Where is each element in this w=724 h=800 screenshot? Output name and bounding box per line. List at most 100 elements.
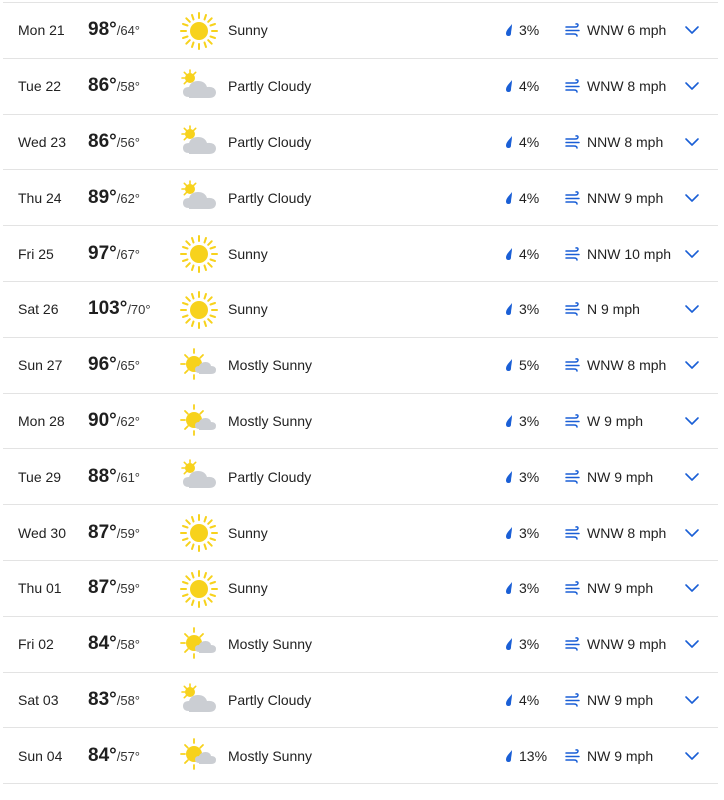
precipitation: 4%: [503, 246, 539, 262]
precip-value: 3%: [519, 580, 540, 597]
chevron-down-icon[interactable]: [683, 635, 701, 653]
wind-value: NNW 9 mph: [587, 189, 664, 206]
wind-value: WNW 9 mph: [587, 636, 667, 653]
low-temp: /56°: [116, 134, 141, 150]
wind-value: WNW 8 mph: [587, 357, 667, 374]
precipitation: 3%: [503, 580, 539, 596]
forecast-row[interactable]: Fri 25 97° /67° Sunny 4% NNW 10 mph: [3, 226, 718, 282]
chevron-down-icon[interactable]: [683, 189, 701, 207]
high-temp: 90°: [88, 409, 117, 431]
wind: N 9 mph: [565, 301, 640, 317]
wind-value: NW 9 mph: [587, 747, 654, 764]
high-temp: 84°: [88, 744, 117, 766]
temperature: 86° /58°: [88, 75, 140, 97]
wind: WNW 8 mph: [565, 357, 666, 373]
precip-value: 3%: [519, 301, 540, 318]
low-temp: /65°: [116, 358, 141, 374]
wind: WNW 9 mph: [565, 636, 666, 652]
forecast-row[interactable]: Tue 29 88° /61° Partly Cloudy 3% NW 9 mp…: [3, 449, 718, 506]
high-temp: 98°: [88, 19, 117, 41]
precipitation: 4%: [503, 692, 539, 708]
low-temp: /61°: [116, 469, 141, 485]
precipitation: 3%: [503, 469, 539, 485]
precipitation: 4%: [503, 78, 539, 94]
precipitation: 5%: [503, 357, 539, 373]
partly-cloudy-icon: [179, 67, 219, 107]
raindrop-icon: [503, 358, 515, 372]
forecast-row[interactable]: Wed 23 86° /56° Partly Cloudy 4% NNW 8 m…: [3, 115, 718, 171]
chevron-down-icon[interactable]: [683, 468, 701, 486]
chevron-down-icon[interactable]: [683, 747, 701, 765]
wind-icon: [565, 581, 581, 596]
wind: WNW 8 mph: [565, 78, 666, 94]
condition-label: Partly Cloudy: [228, 78, 312, 95]
chevron-down-icon[interactable]: [683, 524, 701, 542]
temperature: 97° /67°: [88, 243, 140, 265]
forecast-row[interactable]: Sat 03 83° /58° Partly Cloudy 4% NW 9 mp…: [3, 673, 718, 729]
precipitation: 3%: [503, 413, 539, 429]
temperature: 103° /70°: [88, 298, 151, 320]
chevron-down-icon[interactable]: [683, 412, 701, 430]
condition-label: Partly Cloudy: [228, 691, 312, 708]
chevron-down-icon[interactable]: [683, 356, 701, 374]
wind: W 9 mph: [565, 413, 643, 429]
forecast-row[interactable]: Sun 27 96° /65° Mostly Sunny 5% WNW 8 mp…: [3, 338, 718, 394]
forecast-row[interactable]: Thu 24 89° /62° Partly Cloudy 4% NNW 9 m…: [3, 170, 718, 227]
wind-value: WNW 8 mph: [587, 78, 667, 95]
forecast-row[interactable]: Sun 04 84° /57° Mostly Sunny 13% NW 9 mp…: [3, 728, 718, 785]
raindrop-icon: [503, 135, 515, 149]
forecast-row[interactable]: Mon 21 98° /64° Sunny 3% WNW 6 mph: [3, 3, 718, 59]
forecast-row[interactable]: Fri 02 84° /58° Mostly Sunny 3% WNW 9 mp…: [3, 617, 718, 673]
forecast-row[interactable]: Sat 26 103° /70° Sunny 3% N 9 mph: [3, 282, 718, 338]
condition-label: Partly Cloudy: [228, 133, 312, 150]
wind-value: WNW 8 mph: [587, 524, 667, 541]
wind-value: NW 9 mph: [587, 580, 654, 597]
day-label: Thu 24: [18, 189, 62, 206]
wind-icon: [565, 135, 581, 149]
raindrop-icon: [503, 581, 515, 595]
chevron-down-icon[interactable]: [683, 691, 701, 709]
low-temp: /62°: [116, 413, 141, 429]
wind-icon: [565, 748, 581, 763]
chevron-down-icon[interactable]: [683, 21, 701, 39]
wind-icon: [565, 414, 581, 428]
sunny-icon: [179, 569, 219, 609]
forecast-row[interactable]: Tue 22 86° /58° Partly Cloudy 4% WNW 8 m…: [3, 59, 718, 115]
low-temp: /58°: [116, 692, 141, 708]
precip-value: 4%: [519, 133, 540, 150]
day-label: Sun 27: [18, 357, 63, 374]
day-label: Sat 03: [18, 691, 59, 708]
partly-cloudy-icon: [179, 178, 219, 218]
partly-cloudy-icon: [179, 681, 219, 721]
chevron-down-icon[interactable]: [683, 77, 701, 95]
forecast-row[interactable]: Mon 28 90° /62° Mostly Sunny 3% W 9 mph: [3, 394, 718, 450]
raindrop-icon: [503, 414, 515, 428]
low-temp: /57°: [116, 748, 141, 764]
day-label: Sat 26: [18, 301, 59, 318]
forecast-row[interactable]: Wed 30 87° /59° Sunny 3% WNW 8 mph: [3, 505, 718, 561]
day-label: Thu 01: [18, 580, 62, 597]
temperature: 88° /61°: [88, 466, 140, 488]
precipitation: 3%: [503, 22, 539, 38]
forecast-row[interactable]: Thu 01 87° /59° Sunny 3% NW 9 mph: [3, 561, 718, 617]
precipitation: 3%: [503, 525, 539, 541]
high-temp: 88°: [88, 465, 117, 487]
raindrop-icon: [503, 247, 515, 261]
low-temp: /70°: [127, 302, 151, 318]
chevron-down-icon[interactable]: [683, 133, 701, 151]
chevron-down-icon[interactable]: [683, 245, 701, 263]
sunny-icon: [179, 234, 219, 274]
wind-icon: [565, 637, 581, 651]
wind-icon: [565, 246, 581, 261]
precip-value: 3%: [519, 412, 540, 429]
high-temp: 86°: [88, 75, 117, 97]
chevron-down-icon[interactable]: [683, 300, 701, 318]
chevron-down-icon[interactable]: [683, 579, 701, 597]
wind: NW 9 mph: [565, 469, 653, 485]
day-label: Fri 25: [18, 245, 54, 262]
wind-value: N 9 mph: [587, 301, 640, 318]
raindrop-icon: [503, 749, 515, 763]
temperature: 87° /59°: [88, 522, 140, 544]
raindrop-icon: [503, 302, 515, 316]
high-temp: 87°: [88, 577, 117, 599]
